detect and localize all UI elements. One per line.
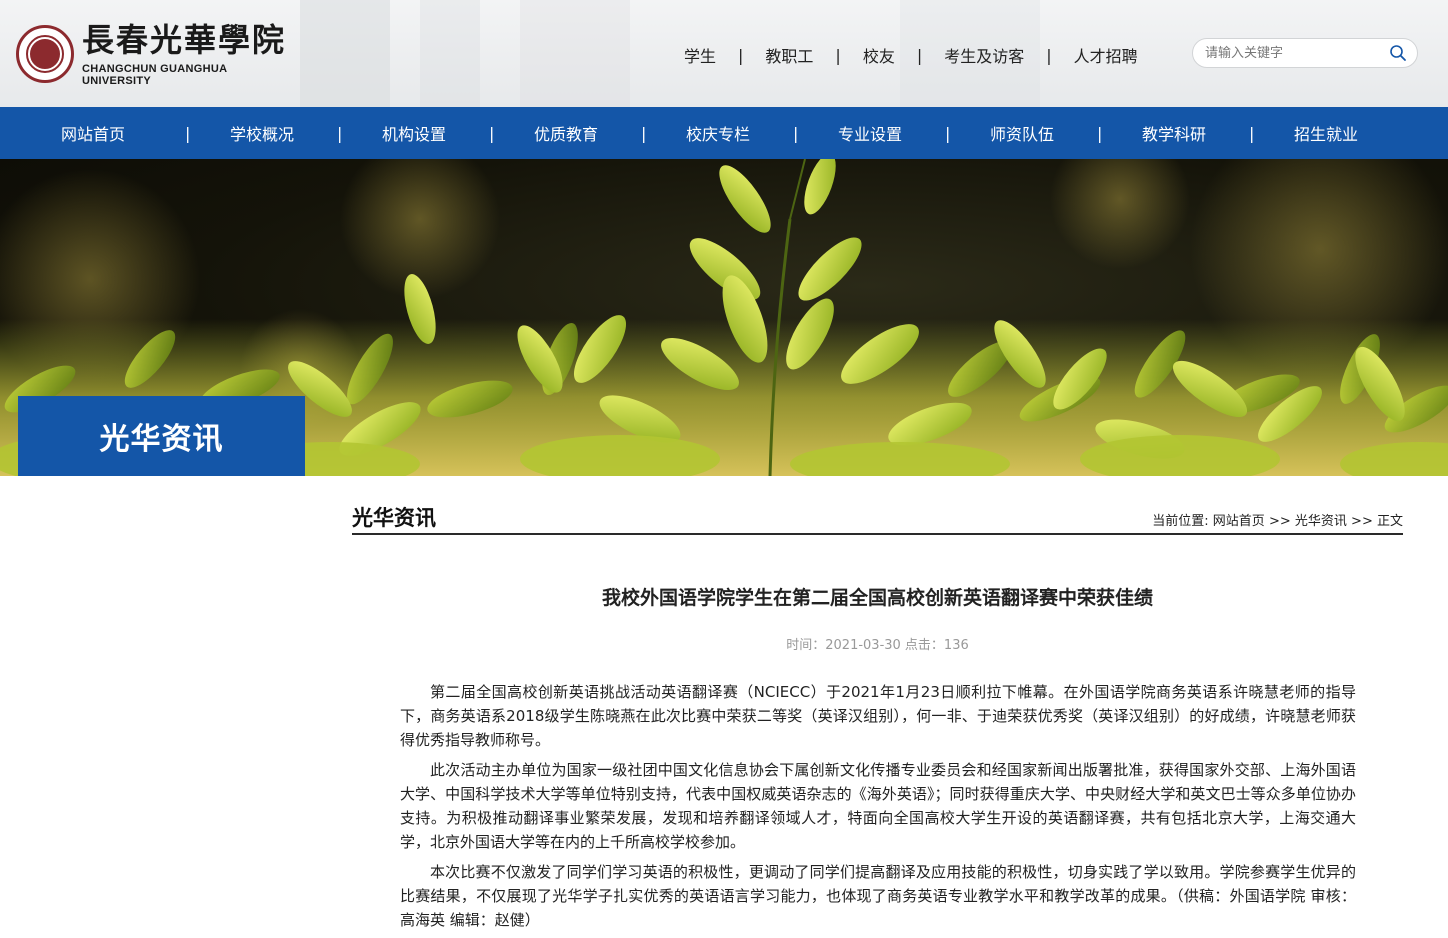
breadcrumb-news[interactable]: 光华资讯 [1295, 514, 1347, 529]
university-logo[interactable]: 長春光華學院 CHANGCHUN GUANGHUA UNIVERSITY [16, 21, 296, 87]
section-title: 光华资讯 [352, 506, 436, 530]
breadcrumb-current: 正文 [1376, 514, 1403, 529]
nav-item-home[interactable]: 网站首页 [0, 121, 186, 145]
top-link-staff[interactable]: 教职工 [765, 43, 813, 67]
search-box [1192, 38, 1418, 68]
header-building-decoration [300, 0, 390, 107]
header-building-decoration [520, 0, 630, 107]
breadcrumb: 当前位置: 网站首页 >> 光华资讯 >> 正文 [1152, 510, 1403, 529]
breadcrumb-prefix: 当前位置: [1152, 514, 1209, 529]
nav-item-education[interactable]: 优质教育 [490, 121, 642, 145]
top-link-visitors[interactable]: 考生及访客 [944, 43, 1024, 67]
search-icon[interactable] [1389, 44, 1407, 62]
university-seal-icon [16, 25, 74, 83]
article-meta: 时间：2021-03-30 点击：136 [786, 638, 969, 653]
nav-item-organization[interactable]: 机构设置 [338, 121, 490, 145]
header-building-decoration [420, 0, 480, 107]
nav-item-research[interactable]: 教学科研 [1098, 121, 1250, 145]
section-header: 光华资讯 当前位置: 网站首页 >> 光华资讯 >> 正文 [352, 502, 1403, 535]
top-links: 学生 | 教职工 | 校友 | 考生及访客 | 人才招聘 [684, 43, 1138, 67]
top-link-recruitment[interactable]: 人才招聘 [1074, 43, 1138, 67]
logo-chinese-name: 長春光華學院 [82, 21, 287, 59]
nav-item-about[interactable]: 学校概况 [186, 121, 338, 145]
top-link-separator: | [1046, 45, 1052, 65]
top-link-students[interactable]: 学生 [684, 43, 716, 67]
top-link-separator: | [738, 45, 744, 65]
logo-english-name: CHANGCHUN GUANGHUA UNIVERSITY [82, 63, 227, 87]
main-nav: 网站首页 | 学校概况 | 机构设置 | 优质教育 | 校庆专栏 | 专业设置 … [0, 107, 1448, 159]
article-title: 我校外国语学院学生在第二届全国高校创新英语翻译赛中荣获佳绩 [601, 587, 1153, 609]
banner-section-label: 光华资讯 [18, 396, 305, 476]
top-link-separator: | [835, 45, 841, 65]
top-link-alumni[interactable]: 校友 [863, 43, 895, 67]
search-input[interactable] [1203, 44, 1383, 62]
article-body: 第二届全国高校创新英语挑战活动英语翻译赛（NCIECC）于2021年1月23日顺… [400, 680, 1356, 938]
nav-item-faculty[interactable]: 师资队伍 [946, 121, 1098, 145]
nav-item-admissions[interactable]: 招生就业 [1250, 121, 1402, 145]
nav-item-majors[interactable]: 专业设置 [794, 121, 946, 145]
top-header: 長春光華學院 CHANGCHUN GUANGHUA UNIVERSITY 学生 … [0, 0, 1448, 107]
nav-item-anniversary[interactable]: 校庆专栏 [642, 121, 794, 145]
article-paragraph: 本次比赛不仅激发了同学们学习英语的积极性，更调动了同学们提高翻译及应用技能的积极… [400, 863, 1356, 929]
breadcrumb-home[interactable]: 网站首页 [1213, 514, 1265, 529]
breadcrumb-separator: >> [1351, 514, 1373, 529]
breadcrumb-separator: >> [1268, 514, 1291, 529]
page-banner: 光华资讯 [0, 159, 1448, 476]
article-paragraph: 此次活动主办单位为国家一级社团中国文化信息协会下属创新文化传播专业委员会和经国家… [400, 761, 1356, 851]
top-link-separator: | [916, 45, 923, 65]
article-paragraph: 第二届全国高校创新英语挑战活动英语翻译赛（NCIECC）于2021年1月23日顺… [400, 683, 1356, 749]
